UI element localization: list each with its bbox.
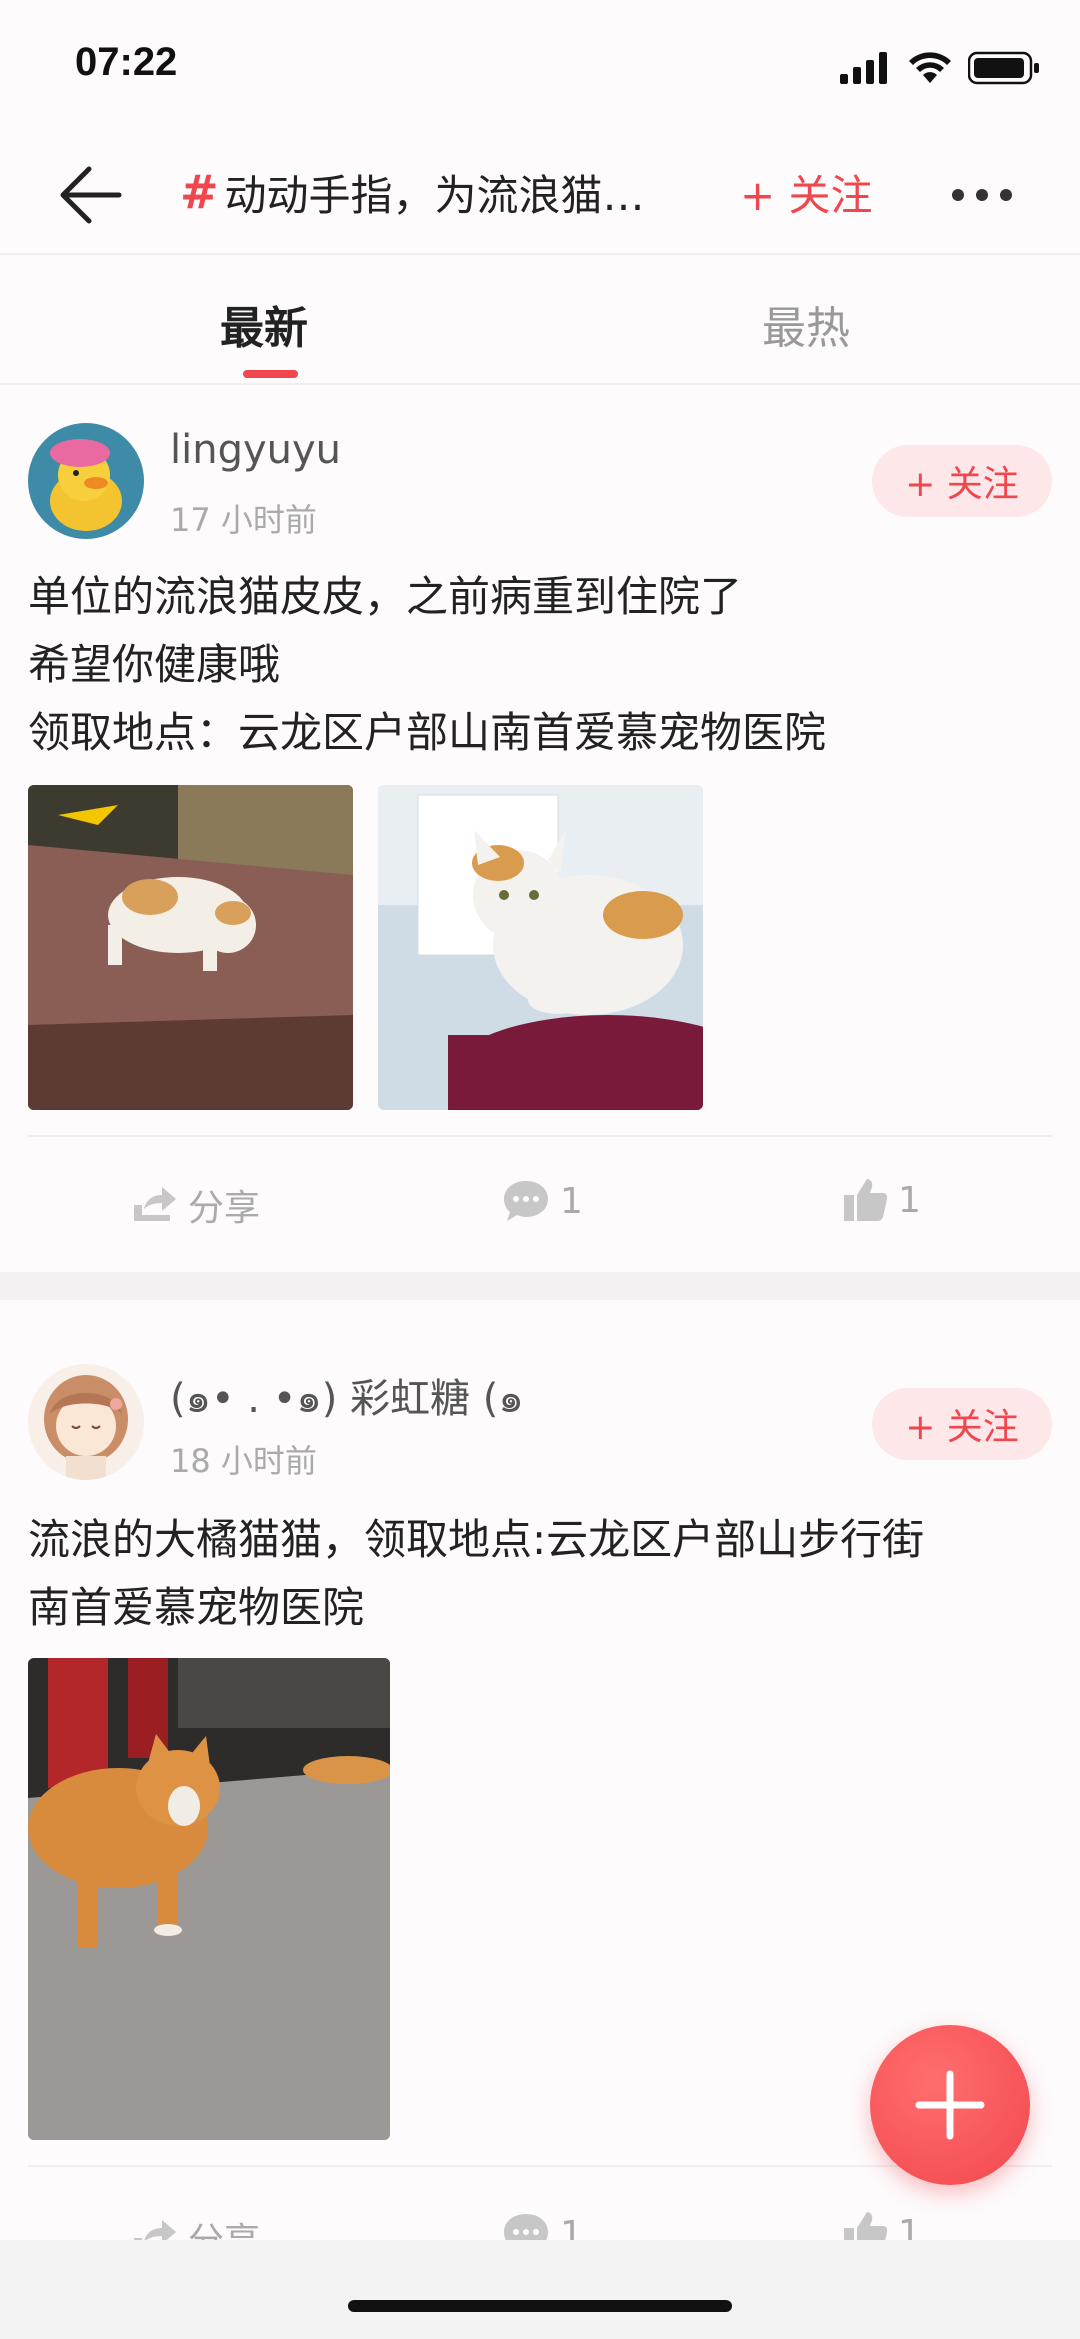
active-tab-indicator xyxy=(243,370,298,378)
topic-navbar: # 动动手指，为流浪猫… + 关注 xyxy=(0,130,1080,255)
post-separator xyxy=(0,1272,1080,1300)
post-image[interactable] xyxy=(28,785,353,1110)
sort-tabs: 最新 最热 xyxy=(0,257,1080,385)
topic-title-text: 动动手指，为流浪猫… xyxy=(224,170,645,220)
post-time: 18 小时前 xyxy=(170,1442,317,1480)
share-icon xyxy=(134,1187,176,1221)
avatar[interactable] xyxy=(28,1364,144,1480)
post-username[interactable]: (๑• . •๑) 彩虹糖 (๑ xyxy=(170,1366,524,1430)
create-post-button[interactable] xyxy=(870,2025,1030,2185)
post-image[interactable] xyxy=(378,785,703,1110)
follow-button[interactable]: + 关注 xyxy=(872,1388,1052,1460)
comment-icon xyxy=(504,1181,548,1221)
post-text-line: 单位的流浪猫皮皮，之前病重到住院了 xyxy=(28,572,743,621)
home-indicator-area xyxy=(0,2240,1080,2339)
post-text-line: 希望你健康哦 xyxy=(28,640,281,689)
like-button[interactable]: 1 xyxy=(842,1177,921,1223)
hashtag-icon: # xyxy=(180,165,219,219)
share-button[interactable]: 分享 xyxy=(130,1179,260,1231)
avatar[interactable] xyxy=(28,423,144,539)
back-arrow-icon xyxy=(60,166,122,224)
like-icon xyxy=(844,1179,888,1221)
signal-icon xyxy=(840,52,887,84)
post-card: lingyuyu 17 小时前 + 关注 单位的流浪猫皮皮，之前病重到住院了 希… xyxy=(0,387,1080,1272)
tab-latest[interactable]: 最新 xyxy=(220,292,308,356)
like-count: 1 xyxy=(898,1179,921,1221)
wifi-icon xyxy=(909,52,951,83)
more-button[interactable] xyxy=(952,170,1022,220)
battery-icon xyxy=(968,51,1039,85)
post-time: 17 小时前 xyxy=(170,501,317,539)
post-text-line: 南首爱慕宠物医院 xyxy=(28,1583,365,1632)
follow-button[interactable]: + 关注 xyxy=(872,445,1052,517)
post-text-line: 流浪的大橘猫猫，领取地点:云龙区户部山步行街 xyxy=(28,1515,925,1564)
status-time: 07:22 xyxy=(75,40,178,84)
post-text: 单位的流浪猫皮皮，之前病重到住院了 希望你健康哦 领取地点：云龙区户部山南首爱慕… xyxy=(28,563,1058,767)
back-button[interactable] xyxy=(55,160,125,230)
more-dots-icon xyxy=(952,189,964,201)
post-text-line: 领取地点：云龙区户部山南首爱慕宠物医院 xyxy=(28,708,827,757)
post-text: 流浪的大橘猫猫，领取地点:云龙区户部山步行街 南首爱慕宠物医院 xyxy=(28,1506,1058,1642)
post-image[interactable] xyxy=(28,1658,390,2140)
tab-hot[interactable]: 最热 xyxy=(762,292,850,356)
comment-count: 1 xyxy=(560,1180,583,1222)
home-indicator[interactable] xyxy=(348,2300,732,2312)
comment-button[interactable]: 1 xyxy=(502,1179,583,1223)
share-label: 分享 xyxy=(188,1188,261,1229)
status-icons xyxy=(840,48,1040,88)
topic-follow-button[interactable]: + 关注 xyxy=(740,162,873,222)
post-divider xyxy=(28,1135,1052,1137)
plus-icon xyxy=(915,2070,985,2140)
status-bar: 07:22 xyxy=(0,0,1080,130)
post-username[interactable]: lingyuyu xyxy=(170,427,341,473)
topic-title: # 动动手指，为流浪猫… xyxy=(180,162,700,222)
